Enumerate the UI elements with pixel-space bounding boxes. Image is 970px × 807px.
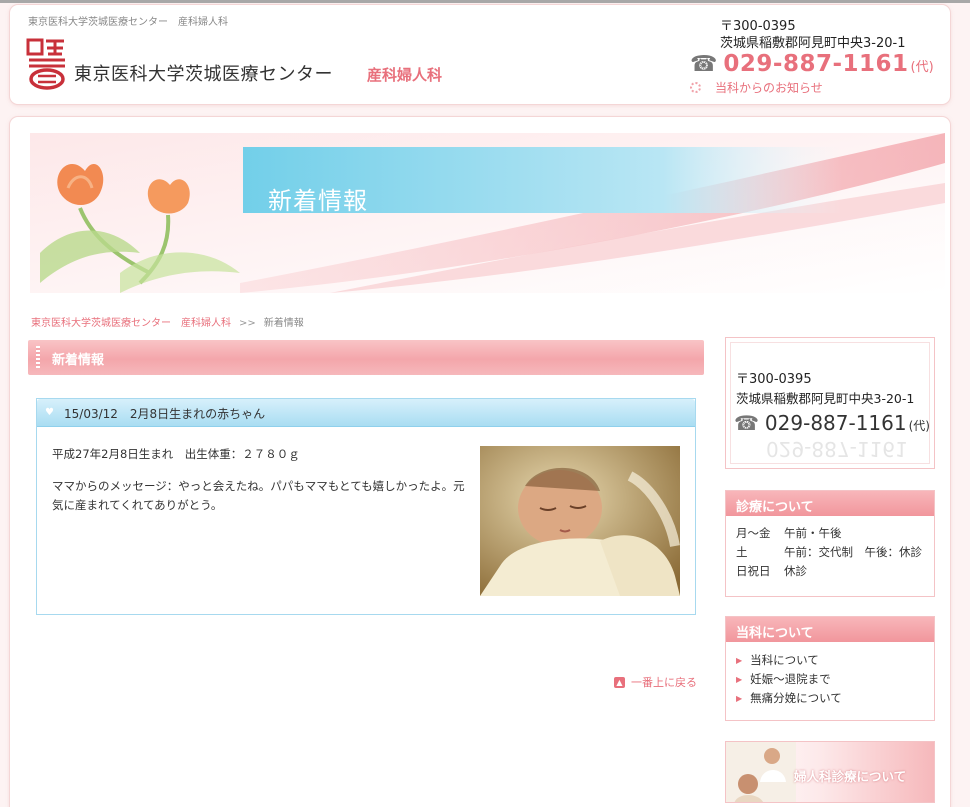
triangle-right-icon: ▶	[736, 656, 743, 665]
header-phone-number: 029-887-1161	[723, 51, 909, 77]
triangle-right-icon: ▶	[736, 694, 743, 703]
header-tagline: 東京医科大学茨城医療センター 産科婦人科	[28, 17, 228, 28]
triangle-right-icon: ▶	[736, 675, 743, 684]
site-name[interactable]: 東京医科大学茨城医療センター	[74, 60, 333, 86]
header-phone-suffix: (代)	[910, 60, 934, 75]
breadcrumb: 東京医科大学茨城医療センター 産科婦人科 >> 新着情報	[31, 314, 304, 329]
about-item[interactable]: ▶ 無痛分娩について	[736, 689, 934, 708]
post-header: ♥ 15/03/12 2月8日生まれの赤ちゃん	[37, 399, 695, 427]
hours-list: 月～金 午前・午後 土 午前：交代制 午後：休診 日祝日 休診	[726, 516, 934, 581]
section-heading: 新着情報	[28, 340, 704, 375]
header-phone: ☎ 029-887-1161 (代)	[690, 51, 934, 77]
hours-day: 日祝日	[736, 564, 771, 578]
back-to-top-label: 一番上に戻る	[631, 676, 697, 689]
back-to-top-link[interactable]: ▲ 一番上に戻る	[614, 674, 697, 690]
sidebar-about: 当科について ▶ 当科について ▶ 妊娠～退院まで ▶ 無痛分娩について	[725, 616, 935, 721]
about-link[interactable]: 無痛分娩について	[750, 689, 842, 708]
header-address: 茨城県稲敷郡阿見町中央3-20-1	[720, 36, 906, 51]
arrow-up-icon: ▲	[614, 676, 625, 688]
news-post: ♥ 15/03/12 2月8日生まれの赤ちゃん 平成27年2月8日生まれ 出生体…	[36, 398, 696, 615]
notice-link-label: 当科からのお知らせ	[715, 81, 823, 95]
about-title: 当科について	[726, 617, 934, 642]
post-birth-info: 平成27年2月8日生まれ 出生体重：２７８０ｇ	[52, 447, 300, 461]
baby-photo	[480, 446, 680, 596]
gynecology-photo	[726, 742, 796, 802]
post-body: 平成27年2月8日生まれ 出生体重：２７８０ｇ ママからのメッセージ：やっと会え…	[52, 445, 467, 515]
page-banner: 新着情報	[30, 133, 945, 293]
section-title: 新着情報	[52, 353, 105, 368]
about-menu: ▶ 当科について ▶ 妊娠～退院まで ▶ 無痛分娩について	[726, 642, 934, 708]
flower-icon	[690, 82, 701, 93]
top-border	[0, 0, 970, 3]
gynecology-banner[interactable]: 婦人科診療について	[725, 741, 935, 803]
sidebar-phone-number: 029-887-1161	[764, 411, 907, 435]
dept-name[interactable]: 産科婦人科	[367, 64, 442, 85]
post-title: 15/03/12 2月8日生まれの赤ちゃん	[64, 407, 266, 421]
phone-icon: ☎	[734, 411, 759, 435]
sidebar-address: 茨城県稲敷郡阿見町中央3-20-1	[736, 391, 915, 406]
hospital-logo-icon[interactable]	[26, 38, 68, 90]
hours-row: 月～金 午前・午後	[736, 524, 934, 543]
hours-day: 土	[736, 545, 748, 559]
notice-link[interactable]: 当科からのお知らせ	[690, 79, 823, 96]
about-item[interactable]: ▶ 当科について	[736, 651, 934, 670]
gynecology-banner-label: 婦人科診療について	[794, 769, 907, 784]
phone-reflection: 029-887-1161	[766, 437, 908, 461]
banner-title: 新着情報	[268, 187, 368, 215]
hours-row: 土 午前：交代制 午後：休診	[736, 543, 934, 562]
hours-time: 休診	[784, 564, 807, 578]
sidebar-hours: 診療について 月～金 午前・午後 土 午前：交代制 午後：休診 日祝日 休診	[725, 490, 935, 597]
breadcrumb-separator: >>	[239, 318, 256, 329]
heading-bar	[36, 346, 40, 368]
banner-artwork	[30, 133, 945, 293]
about-item[interactable]: ▶ 妊娠～退院まで	[736, 670, 934, 689]
hours-row: 日祝日 休診	[736, 562, 934, 581]
sidebar-phone-suffix: (代)	[908, 419, 930, 433]
main-content: 新着情報 東京医科大学茨城医療センター 産科婦人科 >> 新着情報 新着情報 ♥ 1…	[10, 117, 950, 807]
about-link[interactable]: 当科について	[750, 651, 819, 670]
about-link[interactable]: 妊娠～退院まで	[750, 670, 831, 689]
sidebar-contact: 〒300-0395 茨城県稲敷郡阿見町中央3-20-1 ☎ 029-887-11…	[725, 337, 935, 469]
breadcrumb-home[interactable]: 東京医科大学茨城医療センター 産科婦人科	[31, 318, 231, 329]
sidebar-postal: 〒300-0395	[736, 372, 812, 387]
hours-time: 午前：交代制 午後：休診	[784, 545, 922, 559]
breadcrumb-current: 新着情報	[263, 318, 304, 329]
hours-day: 月～金	[736, 526, 771, 540]
hours-time: 午前・午後	[784, 526, 842, 540]
post-message: ママからのメッセージ：やっと会えたね。パパもママもとても嬉しかったよ。元気に産ま…	[52, 479, 465, 512]
heart-icon: ♥	[45, 407, 54, 418]
hours-title: 診療について	[726, 491, 934, 516]
site-header: 東京医科大学茨城医療センター 産科婦人科 東京医科大学茨城医療センター 産科婦人…	[10, 5, 950, 104]
phone-icon: ☎	[690, 52, 718, 77]
sidebar-phone: ☎ 029-887-1161 (代)	[734, 411, 930, 435]
